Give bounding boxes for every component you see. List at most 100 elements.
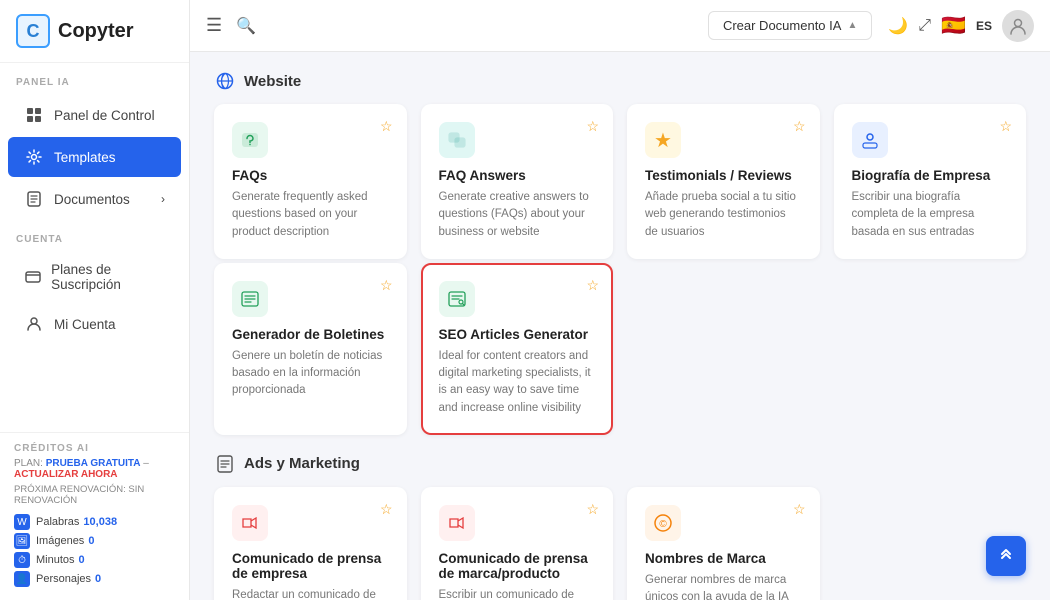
card-faqs-desc: Generate frequently asked questions base… bbox=[232, 189, 389, 241]
sidebar-item-templates[interactable]: Templates bbox=[8, 137, 181, 177]
card-faq-answers-title: FAQ Answers bbox=[439, 168, 596, 183]
update-plan-link[interactable]: ACTUALIZAR AHORA bbox=[14, 469, 118, 480]
card-faqs[interactable]: ☆ FAQs Generate frequently asked questio… bbox=[214, 104, 407, 259]
card-faqs-title: FAQs bbox=[232, 168, 389, 183]
card-faq-answers[interactable]: ☆ FAQ Answers Generate creative answers … bbox=[421, 104, 614, 259]
credits-minutos: ⏱ Minutos 0 bbox=[14, 552, 175, 568]
card-testimonials[interactable]: ☆ ★ Testimonials / Reviews Añade prueba … bbox=[627, 104, 820, 259]
star-seo-articles[interactable]: ☆ bbox=[586, 277, 599, 294]
avatar[interactable] bbox=[1002, 10, 1034, 42]
grid-icon bbox=[24, 105, 44, 125]
content-area: Website ☆ FAQs Generate frequently asked… bbox=[190, 52, 1050, 600]
credits-section: CRÉDITOS AI PLAN: PRUEBA GRATUITA – ACTU… bbox=[0, 432, 189, 600]
card-comunicado-empresa-title: Comunicado de prensa de empresa bbox=[232, 551, 389, 581]
ads-section-header: Ads y Marketing bbox=[214, 453, 1026, 475]
card-nombres-marca-icon: © bbox=[645, 505, 681, 541]
card-biografia-title: Biografía de Empresa bbox=[852, 168, 1009, 183]
star-comunicado-marca[interactable]: ☆ bbox=[586, 501, 599, 518]
card-nombres-marca-desc: Generar nombres de marca únicos con la a… bbox=[645, 572, 802, 600]
palabras-icon: W bbox=[14, 514, 30, 530]
flag-icon[interactable]: 🇪🇸 bbox=[941, 13, 966, 38]
card-boletines[interactable]: ☆ Generador de Boletines Genere un bolet… bbox=[214, 263, 407, 435]
sidebar-item-mi-cuenta-label: Mi Cuenta bbox=[54, 317, 116, 332]
card-boletines-title: Generador de Boletines bbox=[232, 327, 389, 342]
card-faq-answers-icon bbox=[439, 122, 475, 158]
card-nombres-marca-title: Nombres de Marca bbox=[645, 551, 802, 566]
card-seo-articles-icon bbox=[439, 281, 475, 317]
card-seo-articles-desc: Ideal for content creators and digital m… bbox=[439, 348, 596, 417]
credits-palabras: W Palabras 10,038 bbox=[14, 514, 175, 530]
expand-icon[interactable]: ⤢ bbox=[918, 17, 931, 35]
star-boletines[interactable]: ☆ bbox=[380, 277, 393, 294]
sidebar-item-documentos-label: Documentos bbox=[54, 192, 130, 207]
personajes-icon: 👤 bbox=[14, 571, 30, 587]
card-boletines-desc: Genere un boletín de noticias basado en … bbox=[232, 348, 389, 400]
card-testimonials-desc: Añade prueba social a tu sitio web gener… bbox=[645, 189, 802, 241]
sidebar: C Copyter PANEL IA Panel de Control Temp… bbox=[0, 0, 190, 600]
logo-area: C Copyter bbox=[0, 0, 189, 63]
document-icon bbox=[214, 453, 236, 475]
sidebar-item-planes[interactable]: Planes de Suscripción bbox=[8, 252, 181, 302]
sidebar-item-mi-cuenta[interactable]: Mi Cuenta bbox=[8, 304, 181, 344]
creditos-label: CRÉDITOS AI bbox=[14, 443, 175, 458]
panel-ia-label: PANEL IA bbox=[0, 63, 189, 94]
card-faqs-icon bbox=[232, 122, 268, 158]
globe-icon bbox=[214, 70, 236, 92]
card-faq-answers-desc: Generate creative answers to questions (… bbox=[439, 189, 596, 241]
card-comunicado-marca[interactable]: ☆ Comunicado de prensa de marca/producto… bbox=[421, 487, 614, 600]
card-biografia-icon bbox=[852, 122, 888, 158]
card-seo-articles-title: SEO Articles Generator bbox=[439, 327, 596, 342]
ads-section-label: Ads y Marketing bbox=[244, 455, 360, 472]
file-icon bbox=[24, 189, 44, 209]
card-nombres-marca[interactable]: ☆ © Nombres de Marca Generar nombres de … bbox=[627, 487, 820, 600]
sidebar-item-documentos[interactable]: Documentos › bbox=[8, 179, 181, 219]
star-nombres-marca[interactable]: ☆ bbox=[793, 501, 806, 518]
website-cards-row1: ☆ FAQs Generate frequently asked questio… bbox=[214, 104, 1026, 259]
card-comunicado-marca-desc: Escribir un comunicado de prensa de marc… bbox=[439, 587, 596, 600]
hamburger-icon[interactable]: ☰ bbox=[206, 15, 222, 36]
cuenta-label: CUENTA bbox=[0, 220, 189, 251]
chevron-right-icon: › bbox=[161, 192, 165, 206]
personajes-value: 0 bbox=[95, 573, 101, 585]
star-testimonials[interactable]: ☆ bbox=[793, 118, 806, 135]
chevron-up-icon: ▲ bbox=[847, 20, 857, 31]
dark-mode-icon[interactable]: 🌙 bbox=[888, 16, 908, 36]
palabras-value: 10,038 bbox=[83, 516, 117, 528]
star-biografia[interactable]: ☆ bbox=[999, 118, 1012, 135]
card-testimonials-title: Testimonials / Reviews bbox=[645, 168, 802, 183]
card-comunicado-empresa[interactable]: ☆ Comunicado de prensa de empresa Redact… bbox=[214, 487, 407, 600]
credits-plan: PLAN: PRUEBA GRATUITA – ACTUALIZAR AHORA bbox=[14, 458, 175, 480]
lang-label[interactable]: ES bbox=[976, 19, 992, 33]
card-comunicado-empresa-desc: Redactar un comunicado de prensa de empr… bbox=[232, 587, 389, 600]
create-document-button[interactable]: Crear Documento IA ▲ bbox=[708, 11, 872, 40]
star-comunicado-empresa[interactable]: ☆ bbox=[380, 501, 393, 518]
ads-cards: ☆ Comunicado de prensa de empresa Redact… bbox=[214, 487, 1026, 600]
card-biografia[interactable]: ☆ Biografía de Empresa Escribir una biog… bbox=[834, 104, 1027, 259]
user-icon bbox=[24, 314, 44, 334]
sidebar-item-panel-control[interactable]: Panel de Control bbox=[8, 95, 181, 135]
star-faqs[interactable]: ☆ bbox=[380, 118, 393, 135]
sidebar-item-planes-label: Planes de Suscripción bbox=[51, 262, 165, 292]
topbar: ☰ 🔍 Crear Documento IA ▲ 🌙 ⤢ 🇪🇸 ES bbox=[190, 0, 1050, 52]
imagenes-value: 0 bbox=[88, 535, 94, 547]
credits-imagenes: 🖼 Imágenes 0 bbox=[14, 533, 175, 549]
card-boletines-icon bbox=[232, 281, 268, 317]
scroll-top-button[interactable] bbox=[986, 536, 1026, 576]
card-comunicado-marca-icon bbox=[439, 505, 475, 541]
website-label: Website bbox=[244, 73, 301, 90]
star-faq-answers[interactable]: ☆ bbox=[586, 118, 599, 135]
minutos-icon: ⏱ bbox=[14, 552, 30, 568]
card-seo-articles[interactable]: ☆ SEO Articles Generator Ideal for conte… bbox=[421, 263, 614, 435]
card-comunicado-marca-title: Comunicado de prensa de marca/producto bbox=[439, 551, 596, 581]
plan-name-link[interactable]: PRUEBA GRATUITA bbox=[46, 458, 141, 469]
website-cards-row2: ☆ Generador de Boletines Genere un bolet… bbox=[214, 263, 1026, 435]
logo-text: Copyter bbox=[58, 20, 134, 43]
credits-renewal: PRÓXIMA RENOVACIÓN: SIN RENOVACIÓN bbox=[14, 484, 175, 506]
minutos-value: 0 bbox=[79, 554, 85, 566]
gear-icon bbox=[24, 147, 44, 167]
imagenes-icon: 🖼 bbox=[14, 533, 30, 549]
main-area: ☰ 🔍 Crear Documento IA ▲ 🌙 ⤢ 🇪🇸 ES Websi… bbox=[190, 0, 1050, 600]
sidebar-item-templates-label: Templates bbox=[54, 150, 116, 165]
card-testimonials-icon: ★ bbox=[645, 122, 681, 158]
search-icon[interactable]: 🔍 bbox=[236, 16, 256, 36]
